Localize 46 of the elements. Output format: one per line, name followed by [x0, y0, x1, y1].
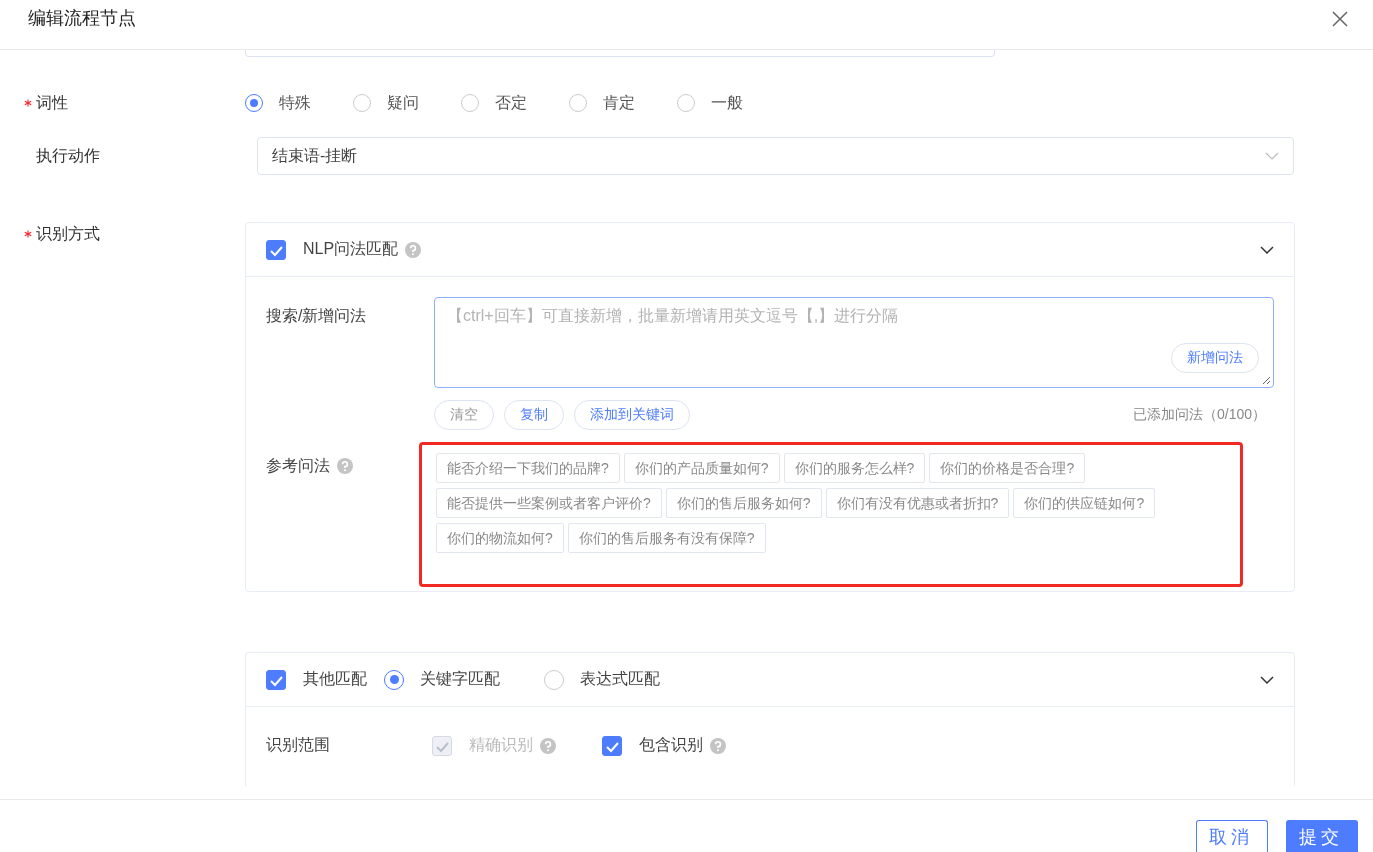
select-field[interactable]: 结束语-挂断: [257, 137, 1294, 175]
action-button[interactable]: 添加到关键词: [574, 400, 690, 430]
phrase-tag[interactable]: 你们的供应链如何?: [1013, 488, 1156, 518]
input-field[interactable]: [245, 50, 995, 57]
phrase-tag[interactable]: 你们的物流如何?: [436, 523, 564, 553]
radio-option[interactable]: 关键字匹配: [384, 669, 500, 690]
phrase-tag[interactable]: 你们的售后服务如何?: [665, 488, 822, 518]
help-icon: [540, 737, 556, 754]
phrase-tag[interactable]: 你们的售后服务有没有保障?: [567, 523, 766, 553]
text-area[interactable]: 【ctrl+回车】可直接新增，批量新增请用英文逗号【,】进行分隔 新增问法: [434, 297, 1274, 388]
resize-handle-icon: [1262, 376, 1271, 385]
field-label: 搜索/新增问法: [266, 306, 368, 326]
phrase-tag[interactable]: 你们有没有优惠或者折扣?: [825, 488, 1010, 518]
radio-option[interactable]: 否定: [461, 92, 527, 114]
radio-option[interactable]: 一般: [677, 92, 743, 114]
add-question-button[interactable]: 新增问法: [1171, 343, 1259, 373]
checkbox-label: 包含识别: [639, 735, 703, 755]
submit-button[interactable]: 提交: [1286, 820, 1358, 852]
field-label: 词性: [36, 92, 68, 113]
checkbox[interactable]: [602, 735, 622, 756]
help-icon: [710, 737, 726, 754]
radio-option[interactable]: 特殊: [245, 92, 311, 114]
phrase-tag[interactable]: 你们的服务怎么样?: [783, 453, 926, 483]
radio-option[interactable]: 肯定: [569, 92, 635, 114]
radio-option[interactable]: 表达式匹配: [544, 669, 660, 690]
panel-title: 其他匹配: [303, 669, 367, 689]
help-icon: [337, 458, 353, 474]
phrase-tag[interactable]: 你们的价格是否合理?: [929, 453, 1086, 483]
phrase-tag[interactable]: 能否提供一些案例或者客户评价?: [436, 488, 662, 518]
close-button[interactable]: [1331, 10, 1349, 28]
help-icon: [405, 241, 422, 258]
field-label: 执行动作: [36, 145, 100, 166]
dialog-title: 编辑流程节点: [28, 7, 136, 30]
panel-title: NLP问法匹配: [303, 239, 399, 259]
cancel-button[interactable]: 取消: [1196, 820, 1268, 852]
action-button[interactable]: 复制: [504, 400, 564, 430]
phrase-tag[interactable]: 你们的产品质量如何?: [623, 453, 780, 483]
field-label: 识别范围: [266, 735, 331, 755]
count-text: 已添加问法（0/100）: [1132, 406, 1266, 424]
field-label: 识别方式: [36, 223, 100, 244]
field-label: 参考问法: [266, 455, 330, 476]
checkbox[interactable]: [266, 239, 286, 260]
checkbox-label: 精确识别: [469, 735, 533, 755]
checkbox[interactable]: [266, 669, 286, 690]
radio-option[interactable]: 疑问: [353, 92, 419, 114]
phrase-tag[interactable]: 能否介绍一下我们的品牌?: [436, 453, 620, 483]
